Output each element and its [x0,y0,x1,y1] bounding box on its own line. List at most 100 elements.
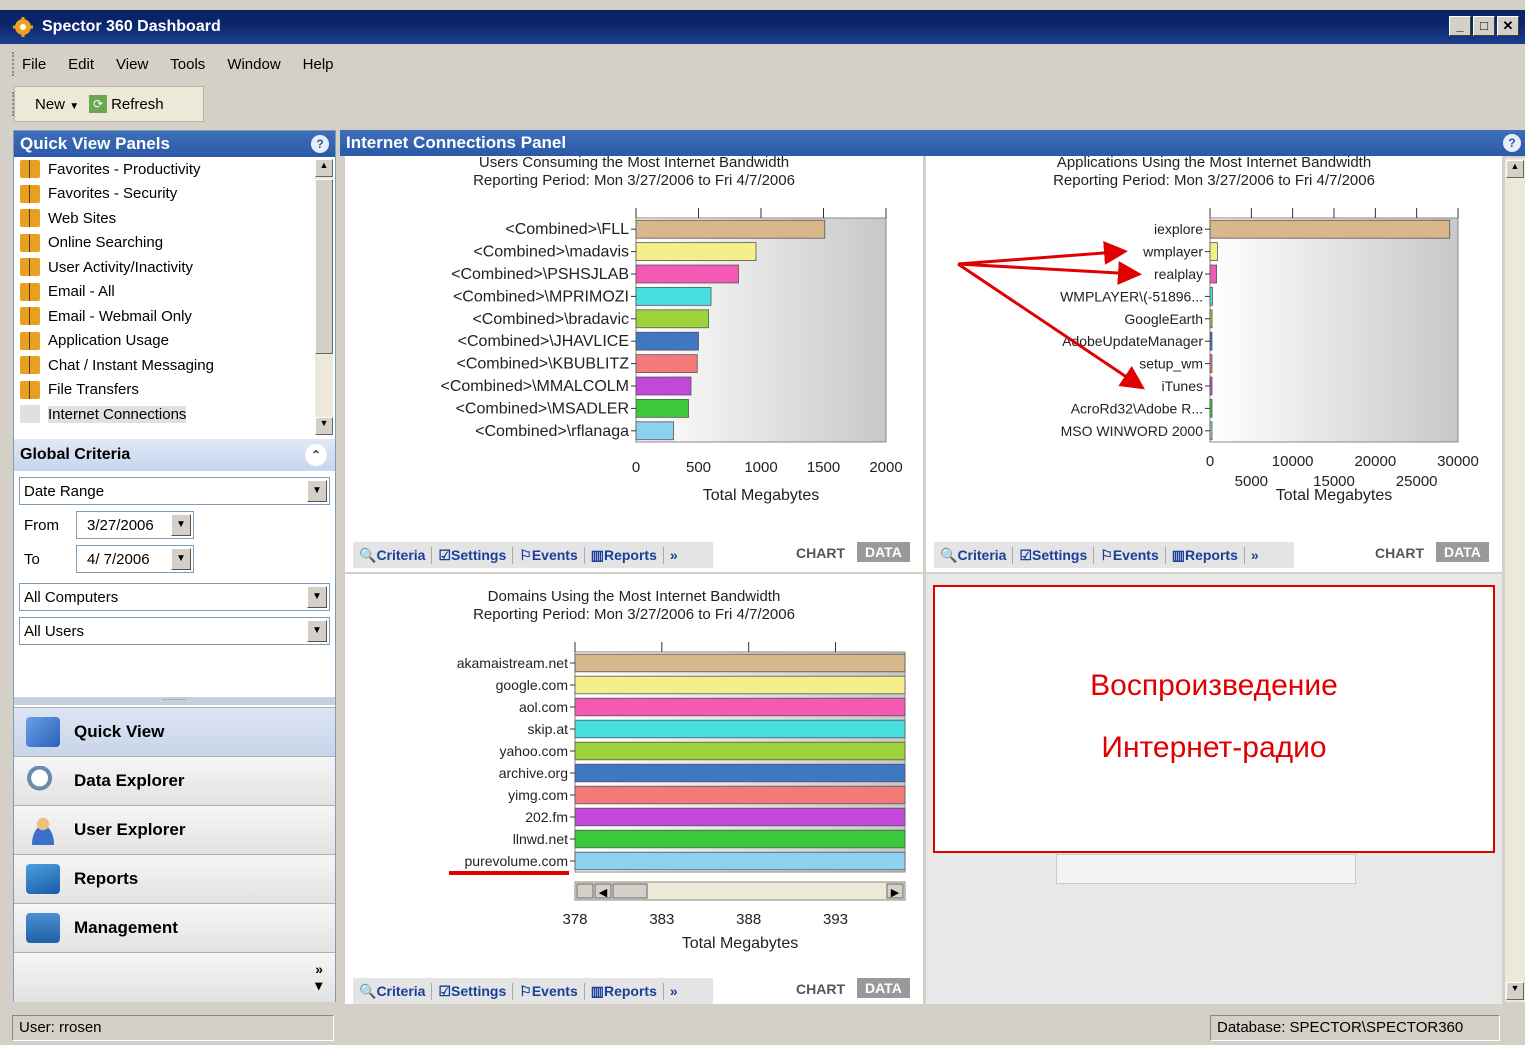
help-icon[interactable]: ? [1503,134,1521,152]
bar [1209,421,1213,441]
data-view-button[interactable]: DATA [857,542,910,562]
more-tabs-button[interactable]: » [664,547,684,563]
data-view-button[interactable]: DATA [857,978,910,998]
list-item[interactable]: Email - Webmail Only [14,304,335,329]
bar [635,264,739,284]
list-item[interactable]: File Transfers [14,378,335,403]
chart-title: Domains Using the Most Internet Bandwidt… [487,588,781,605]
book-icon [20,356,40,375]
bar [635,242,757,261]
more-tabs-button[interactable]: » [1245,547,1265,563]
dropdown-arrow-icon[interactable]: ▼ [307,480,327,502]
new-button[interactable]: New ▼ [35,96,79,113]
data-view-button[interactable]: DATA [1436,542,1489,562]
menu-help[interactable]: Help [303,56,334,73]
bar [635,421,674,441]
panel-tab-bar: 🔍Criteria ☑Settings ⚐Events ▥Reports » [353,978,713,1004]
users-select[interactable]: All Users ▼ [19,617,330,645]
expand-chevron-icon[interactable]: » ▾ [315,961,323,994]
x-tick-label: 5000 [1235,473,1268,490]
x-axis-label: Total Megabytes [703,487,820,504]
y-tick-label: 202.fm [525,809,568,825]
list-item[interactable]: User Activity/Inactivity [14,255,335,280]
computers-select[interactable]: All Computers ▼ [19,583,330,611]
list-item-label: Favorites - Security [48,185,178,203]
settings-tab[interactable]: ☑Settings [432,982,514,1000]
list-item[interactable]: Online Searching [14,231,335,256]
list-item-label: Email - All [48,283,115,301]
chart-view-button[interactable]: CHART [796,981,845,997]
nav-quick-view[interactable]: Quick View [14,707,335,756]
collapse-icon[interactable]: ⌃ [305,444,327,466]
close-button[interactable]: ✕ [1497,16,1519,36]
y-tick-label: setup_wm [1139,356,1203,372]
dropdown-arrow-icon[interactable]: ▼ [307,586,327,608]
events-tab[interactable]: ⚐Events [1094,546,1166,564]
nav-label: Reports [74,869,139,888]
reports-tab[interactable]: ▥Reports [585,546,664,564]
menu-edit[interactable]: Edit [68,56,94,73]
list-item[interactable]: Favorites - Productivity [14,157,335,182]
y-tick-label: <Combined>\JHAVLICE [458,333,629,350]
dropdown-arrow-icon[interactable]: ▼ [171,548,191,570]
range-type-select[interactable]: Date Range ▼ [19,477,330,505]
book-icon [20,209,40,228]
list-item[interactable]: Email - All [14,280,335,305]
scroll-up-button[interactable]: ▲ [315,159,333,177]
quick-view-scrollbar[interactable]: ▲ ▼ [315,159,333,435]
criteria-label: Criteria [376,982,426,999]
list-item[interactable]: Web Sites [14,206,335,231]
nav-reports[interactable]: Reports [14,854,335,903]
menu-view[interactable]: View [116,56,148,73]
dropdown-arrow-icon[interactable]: ▼ [69,101,79,112]
nav-data-explorer[interactable]: Data Explorer [14,756,335,805]
nav-overflow[interactable]: » ▾ [14,952,335,1002]
to-date-picker[interactable]: 4/ 7/2006 ▼ [76,545,194,573]
bar [1209,287,1213,306]
nav-management[interactable]: Management [14,903,335,952]
scroll-up-button[interactable]: ▲ [1506,160,1524,178]
list-item-label: Internet Connections [48,405,187,423]
scroll-down-button[interactable]: ▼ [315,417,333,435]
more-tabs-button[interactable]: » [664,983,684,999]
x-axis-label: Total Megabytes [1276,487,1393,504]
dropdown-arrow-icon[interactable]: ▼ [307,620,327,642]
scroll-down-button[interactable]: ▼ [1506,982,1524,1000]
reports-tab[interactable]: ▥Reports [585,982,664,1000]
criteria-tab[interactable]: 🔍Criteria [934,546,1014,564]
reports-tab[interactable]: ▥Reports [1166,546,1245,564]
criteria-tab[interactable]: 🔍Criteria [353,982,433,1000]
scroll-thumb[interactable] [315,179,333,354]
y-tick-label: <Combined>\FLL [505,221,629,238]
refresh-button[interactable]: ⟳ Refresh [89,95,164,113]
splitter-handle[interactable]: ········· [14,696,335,705]
events-tab[interactable]: ⚐Events [513,546,585,564]
menu-window[interactable]: Window [227,56,280,73]
chart-view-button[interactable]: CHART [1375,545,1424,561]
chart-view-button[interactable]: CHART [796,545,845,561]
list-item-label: Favorites - Productivity [48,160,201,178]
help-icon[interactable]: ? [311,135,329,153]
events-tab[interactable]: ⚐Events [513,982,585,1000]
bar [574,829,906,849]
dropdown-arrow-icon[interactable]: ▼ [171,514,191,536]
settings-tab[interactable]: ☑Settings [432,546,514,564]
events-label: Events [531,546,578,563]
restore-button[interactable]: □ [1473,16,1495,36]
bar [1209,354,1213,373]
menu-tools[interactable]: Tools [170,56,205,73]
nav-user-explorer[interactable]: User Explorer [14,805,335,854]
list-item[interactable]: Chat / Instant Messaging [14,353,335,378]
main-scrollbar[interactable]: ▲ ▼ [1505,158,1525,1002]
list-item[interactable]: Favorites - Security [14,182,335,207]
list-item-selected[interactable]: Internet Connections [14,402,335,427]
criteria-tab[interactable]: 🔍Criteria [353,546,433,564]
minimize-button[interactable]: _ [1449,16,1471,36]
settings-tab[interactable]: ☑Settings [1013,546,1095,564]
chart-panel-domains: Domains Using the Most Internet Bandwidt… [345,574,923,1004]
list-item[interactable]: Application Usage [14,329,335,354]
book-icon [20,184,40,203]
from-date-picker[interactable]: 3/27/2006 ▼ [76,511,194,539]
x-tick-label: 388 [736,911,761,928]
menu-file[interactable]: File [22,56,46,73]
